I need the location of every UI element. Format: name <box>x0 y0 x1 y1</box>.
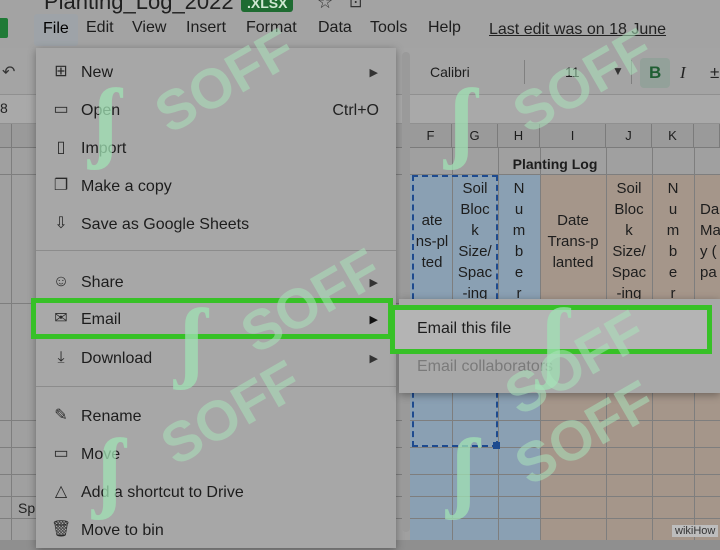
shortcut-label: Ctrl+O <box>332 102 379 119</box>
mail-icon: ✉ <box>54 310 68 327</box>
star-icon[interactable]: ☆ <box>317 0 333 13</box>
drive-shortcut-icon: △ <box>54 483 68 500</box>
download-icon: ⤓ <box>57 349 65 366</box>
column-header-l[interactable] <box>694 124 720 148</box>
cell-reference[interactable]: 8 <box>0 100 8 116</box>
menu-tools[interactable]: Tools <box>370 19 407 37</box>
menu-item-label: Download <box>81 350 153 367</box>
watermark-logo-icon: ʃ <box>178 292 206 391</box>
menu-scrollbar[interactable] <box>402 52 410 532</box>
undo-icon[interactable]: ↶ <box>2 62 15 82</box>
person-add-icon: ☺ <box>52 273 70 290</box>
header-text-j: Soil Bloc k Size/Spac -ing <box>611 180 647 302</box>
menu-file-label: File <box>43 20 69 37</box>
document-title[interactable]: Planting_Log_2022 <box>44 0 234 15</box>
header-text-i: Date Trans-p lanted <box>547 212 599 271</box>
trash-icon: 🗑 <box>51 521 72 538</box>
wikihow-badge: wikiHow <box>672 525 719 537</box>
menu-item-make-copy[interactable]: ❐ Make a copy <box>36 168 396 206</box>
move-to-folder-icon[interactable]: ⊡ <box>349 0 362 12</box>
corner-header[interactable] <box>0 124 12 148</box>
menu-item-add-shortcut[interactable]: △ Add a shortcut to Drive <box>36 474 396 512</box>
fill-handle[interactable] <box>493 442 500 449</box>
menu-help[interactable]: Help <box>428 19 461 37</box>
submenu-arrow-icon: ▶ <box>369 67 378 79</box>
header-text-l: Da Ma y (pa <box>700 201 720 281</box>
italic-button[interactable]: I <box>680 63 686 83</box>
watermark-logo-icon: ʃ <box>450 422 478 521</box>
sheet-title-cell[interactable]: Planting Log <box>390 156 720 172</box>
strikethrough-button[interactable]: ± <box>710 63 719 83</box>
save-icon: ⇩ <box>54 215 68 232</box>
sheet-tab[interactable]: Sp <box>18 500 35 516</box>
file-type-badge: .XLSX <box>241 0 294 12</box>
menu-item-download[interactable]: ⤓ Download ▶ <box>36 340 396 378</box>
watermark-logo-icon: ʃ <box>448 72 476 171</box>
folder-icon: ▭ <box>53 101 69 118</box>
copy-icon: ❐ <box>53 177 69 194</box>
watermark-logo-icon: ʃ <box>92 72 120 171</box>
menu-edit[interactable]: Edit <box>86 19 114 37</box>
sheets-logo-icon[interactable] <box>0 18 8 38</box>
menu-item-label: Email <box>81 311 122 328</box>
menu-item-import[interactable]: ▯ Import <box>36 130 396 168</box>
menu-data[interactable]: Data <box>318 19 352 37</box>
menu-item-move-to-bin[interactable]: 🗑 Move to bin <box>36 512 396 550</box>
menu-item-label: Move to bin <box>81 522 164 539</box>
header-text-h: Number <box>512 180 526 302</box>
watermark-logo-icon: ʃ <box>96 422 124 521</box>
column-header-k[interactable]: K <box>652 124 694 148</box>
submenu-arrow-icon: ▶ <box>369 353 378 365</box>
menu-item-label: Save as Google Sheets <box>81 216 250 233</box>
pencil-icon: ✎ <box>54 407 68 424</box>
folder-move-icon: ▭ <box>53 445 69 462</box>
column-header-j[interactable]: J <box>606 124 652 148</box>
menu-item-label: Share <box>81 274 124 291</box>
menu-file[interactable]: File <box>34 14 78 46</box>
header-text-k: Number <box>666 180 680 302</box>
menu-item-save-as-sheets[interactable]: ⇩ Save as Google Sheets <box>36 206 396 244</box>
plus-box-icon: ⊞ <box>54 63 68 80</box>
menu-item-label: Make a copy <box>81 178 172 195</box>
file-icon: ▯ <box>56 139 66 156</box>
menu-view[interactable]: View <box>132 19 166 37</box>
submenu-arrow-icon: ▶ <box>369 314 378 326</box>
email-this-file-label: Email this file <box>417 320 512 337</box>
column-header-f[interactable]: F <box>410 124 452 148</box>
menu-insert[interactable]: Insert <box>186 19 226 37</box>
